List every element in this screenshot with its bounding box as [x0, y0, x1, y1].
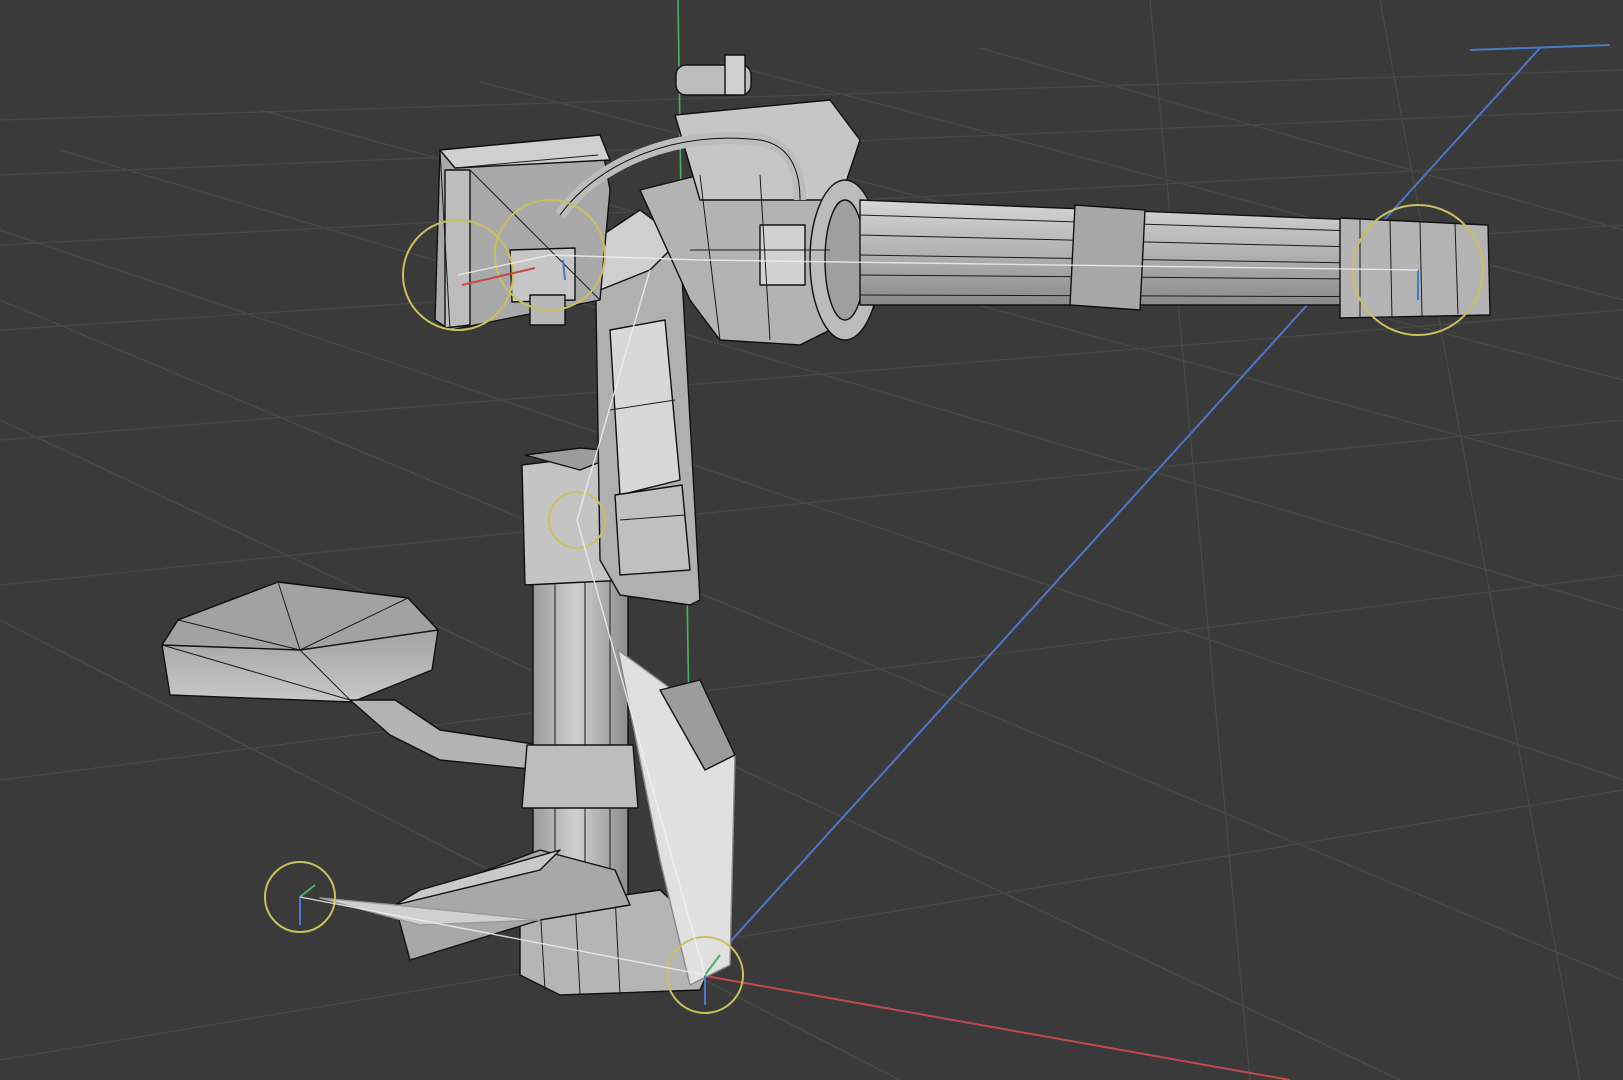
- barrel-clamp[interactable]: [1069, 204, 1146, 311]
- rear-handle-frame[interactable]: [434, 134, 611, 331]
- column-collar-lower[interactable]: [521, 744, 639, 809]
- viewport-canvas[interactable]: [0, 0, 1623, 1080]
- 3d-viewport[interactable]: [0, 0, 1623, 1080]
